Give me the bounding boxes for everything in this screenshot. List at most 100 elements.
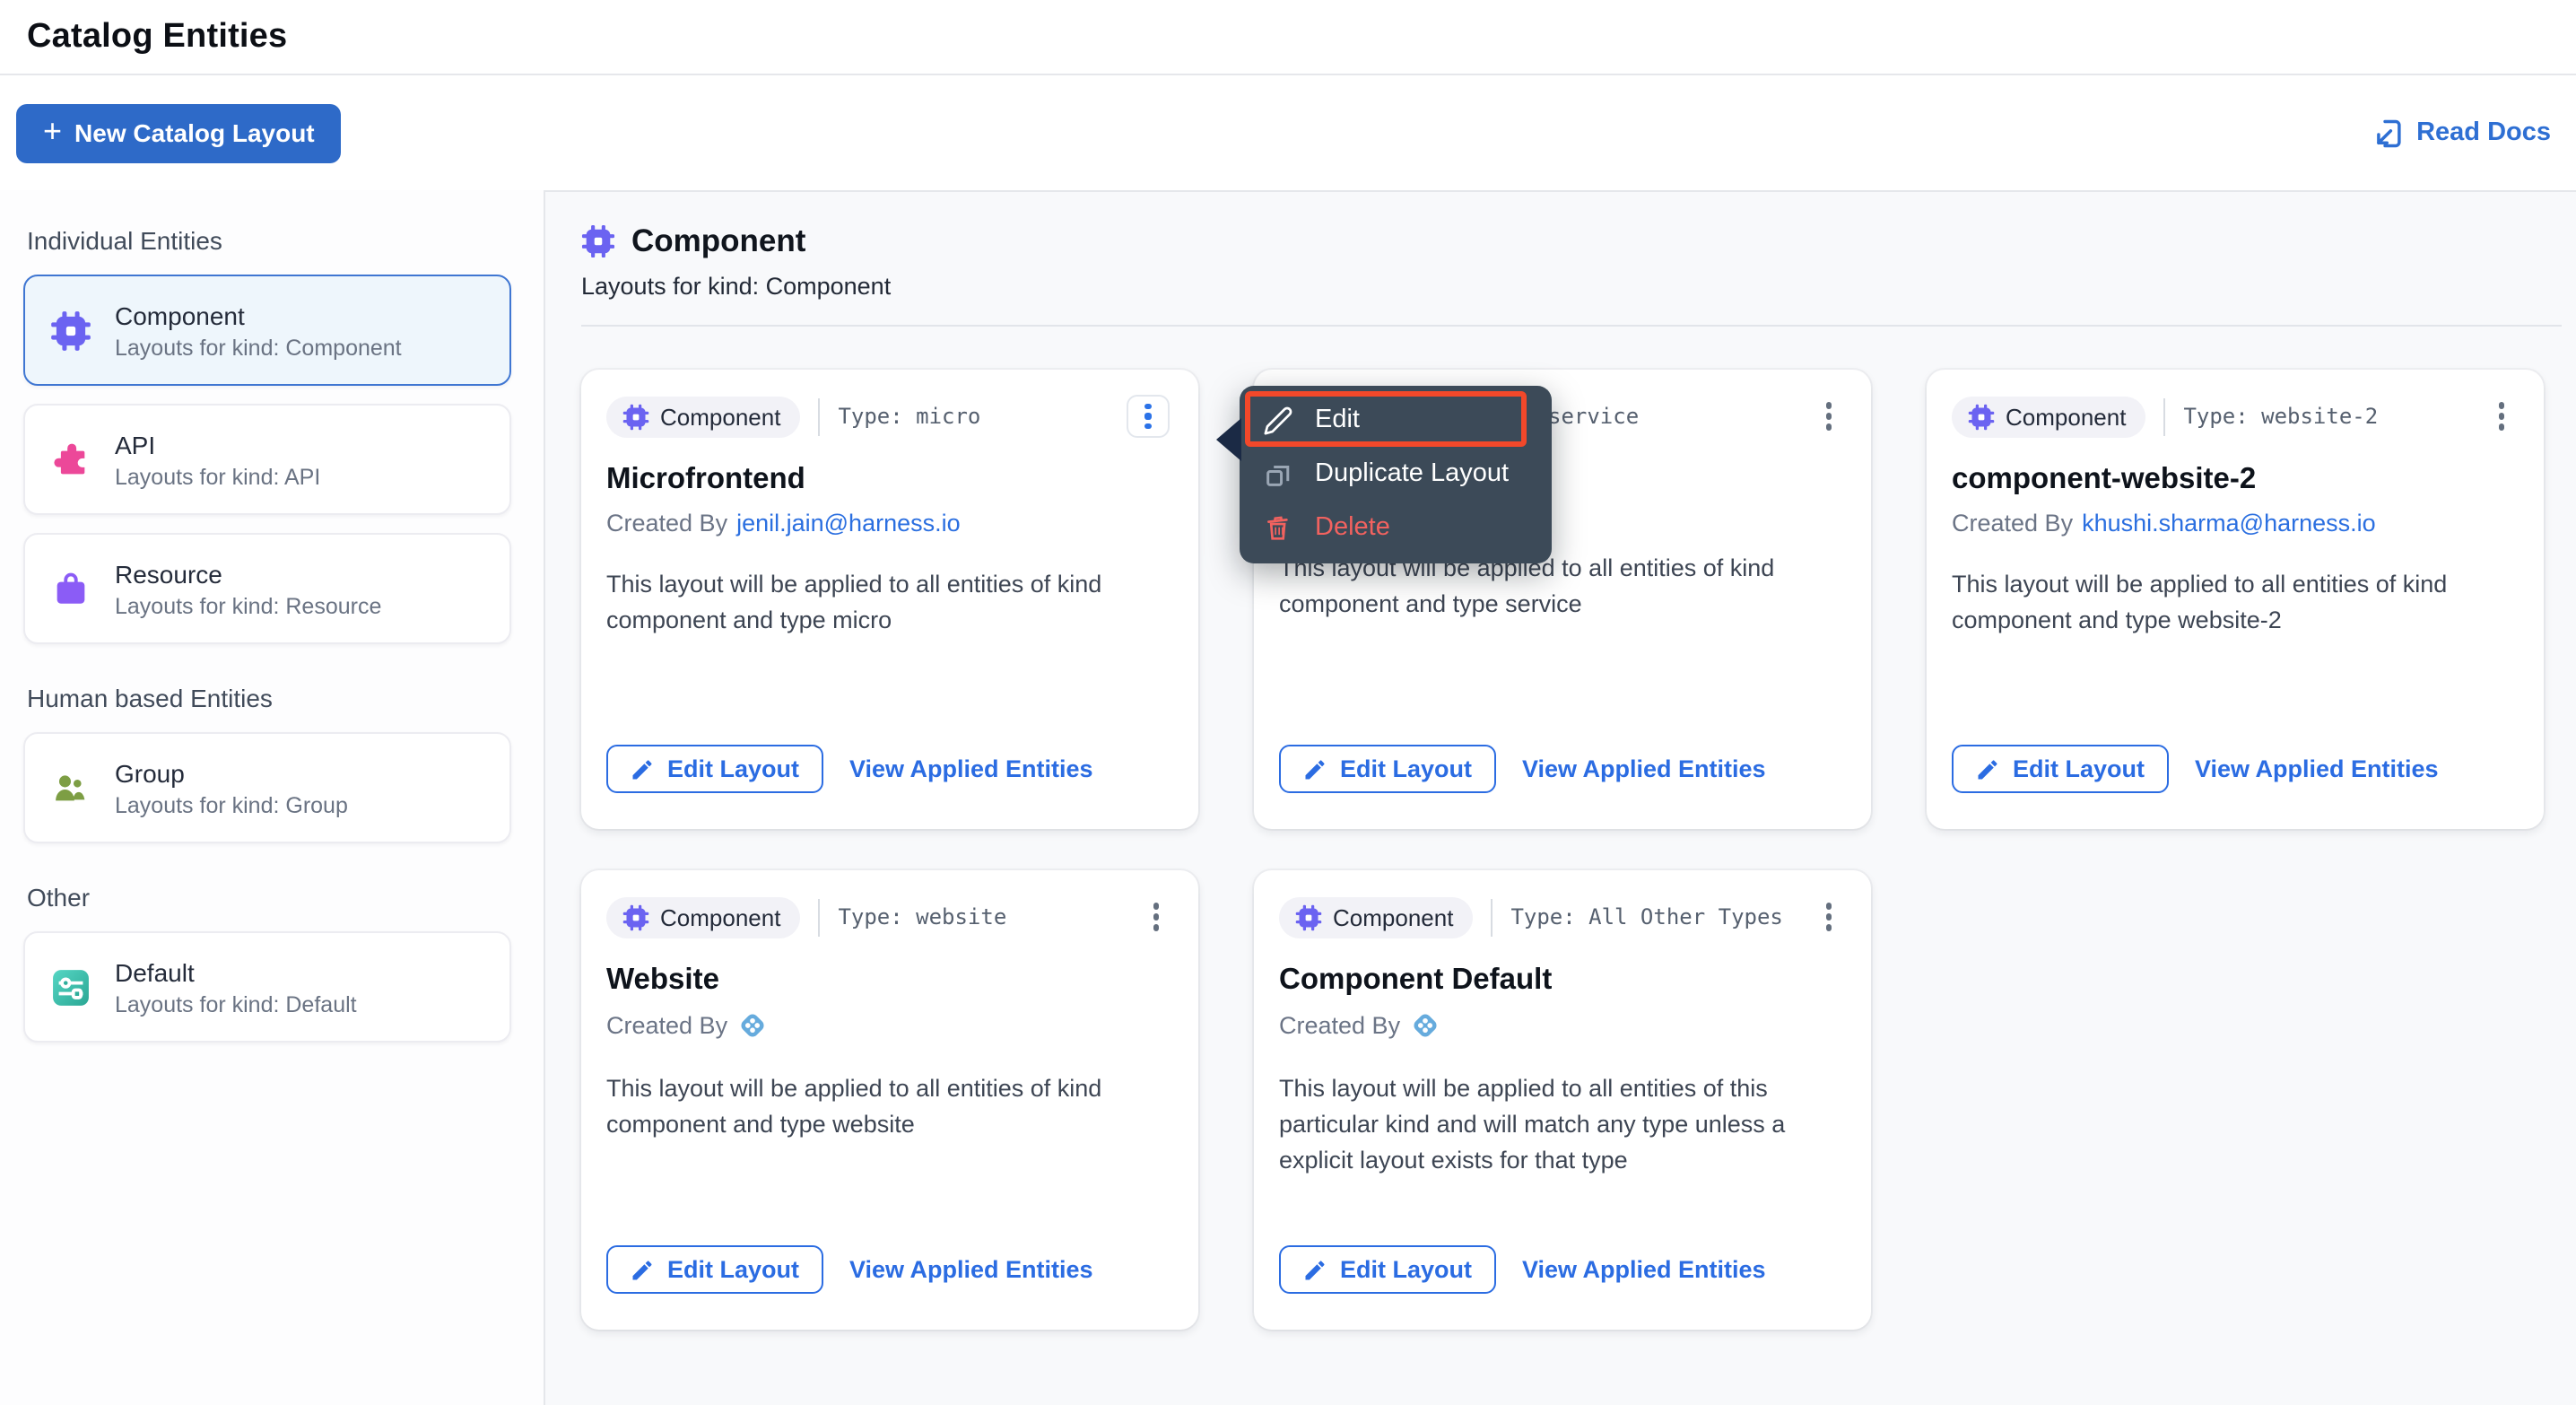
sidebar-item-subtitle: Layouts for kind: Group bbox=[115, 792, 348, 817]
menu-item-delete[interactable]: Delete bbox=[1240, 501, 1552, 554]
card-footer: Edit Layout View Applied Entities bbox=[606, 1245, 1170, 1294]
view-applied-entities-link[interactable]: View Applied Entities bbox=[2195, 755, 2439, 782]
edit-layout-label: Edit Layout bbox=[1340, 1256, 1472, 1283]
read-docs-link[interactable]: Read Docs bbox=[2371, 116, 2551, 150]
api-puzzle-icon bbox=[50, 439, 91, 480]
sidebar-item-group[interactable]: Group Layouts for kind: Group bbox=[23, 732, 511, 843]
kind-badge-label: Component bbox=[2006, 403, 2126, 430]
layout-card-component-default: ComponentType: All Other TypesComponent … bbox=[1254, 870, 1871, 1330]
menu-item-duplicate-layout[interactable]: Duplicate Layout bbox=[1240, 447, 1552, 501]
menu-item-edit[interactable]: Edit bbox=[1240, 393, 1552, 447]
view-applied-entities-link[interactable]: View Applied Entities bbox=[849, 755, 1093, 782]
component-chip-icon bbox=[50, 310, 91, 351]
main-panel: Component Layouts for kind: Component Co… bbox=[545, 190, 2576, 1405]
pencil-filled-icon bbox=[1975, 756, 2000, 781]
sidebar-item-resource[interactable]: Resource Layouts for kind: Resource bbox=[23, 533, 511, 644]
sidebar-section-label: Human based Entities bbox=[27, 684, 511, 712]
badge-type-separator bbox=[818, 898, 820, 936]
kind-badge-label: Component bbox=[660, 403, 780, 430]
card-description: This layout will be applied to all entit… bbox=[606, 1071, 1170, 1143]
edit-layout-button[interactable]: Edit Layout bbox=[606, 1245, 822, 1294]
sidebar-item-default[interactable]: DefaultLayouts for kind: Default bbox=[23, 931, 511, 1043]
menu-item-label: Delete bbox=[1315, 513, 1390, 542]
card-title: Component Default bbox=[1279, 964, 1842, 998]
sidebar-section-label: Other bbox=[27, 883, 511, 912]
pencil-icon bbox=[1263, 405, 1293, 435]
pencil-filled-icon bbox=[630, 1257, 655, 1282]
created-by-link[interactable]: khushi.sharma@harness.io bbox=[2082, 510, 2376, 537]
kind-badge: Component bbox=[1279, 896, 1473, 938]
sidebar-item-subtitle: Layouts for kind: Resource bbox=[115, 593, 381, 618]
view-applied-entities-link[interactable]: View Applied Entities bbox=[1522, 1256, 1766, 1283]
kind-badge-label: Component bbox=[660, 903, 780, 930]
view-applied-entities-link[interactable]: View Applied Entities bbox=[1522, 755, 1766, 782]
card-header: Component Type: website bbox=[606, 894, 1170, 940]
created-by-label: Created By bbox=[1952, 510, 2073, 537]
card-description: This layout will be applied to all entit… bbox=[1279, 1071, 1842, 1179]
edit-layout-button[interactable]: Edit Layout bbox=[1952, 745, 2168, 793]
edit-layout-button[interactable]: Edit Layout bbox=[606, 745, 822, 793]
toolbar: + New Catalog Layout Read Docs bbox=[0, 75, 2576, 190]
card-type-text: Type: website bbox=[838, 904, 1006, 929]
created-by-label: Created By bbox=[1279, 1012, 1400, 1039]
edit-layout-button[interactable]: Edit Layout bbox=[1279, 745, 1495, 793]
context-menu-arrow bbox=[1216, 418, 1241, 461]
view-applied-entities-link[interactable]: View Applied Entities bbox=[849, 1256, 1093, 1283]
sidebar-item-title: Group bbox=[115, 758, 348, 787]
card-menu-button[interactable] bbox=[1815, 896, 1842, 938]
trash-icon bbox=[1263, 512, 1293, 543]
harness-logo-icon bbox=[1409, 1010, 1440, 1041]
card-header: Component Type: website-2 bbox=[1952, 393, 2515, 440]
plus-icon: + bbox=[43, 115, 62, 147]
card-menu-button-active[interactable] bbox=[1127, 395, 1170, 438]
layout-card-component-website-2: Component Type: website-2 component-websit… bbox=[1927, 370, 2544, 829]
new-catalog-layout-button[interactable]: + New Catalog Layout bbox=[16, 103, 342, 162]
card-context-menu: Edit Duplicate Layout Delete bbox=[1240, 386, 1552, 563]
created-by-row: Created By bbox=[606, 1010, 1170, 1041]
edit-layout-label: Edit Layout bbox=[2013, 755, 2145, 782]
read-docs-label: Read Docs bbox=[2416, 118, 2551, 147]
sidebar-item-component[interactable]: ComponentLayouts for kind: Component bbox=[23, 275, 511, 386]
card-title: Microfrontend bbox=[606, 463, 1170, 497]
card-type-text: Type: website-2 bbox=[2183, 404, 2378, 429]
kind-badge: Component bbox=[606, 896, 800, 938]
sidebar-item-subtitle: Layouts for kind: Component bbox=[115, 335, 402, 360]
card-menu-button[interactable] bbox=[1815, 396, 1842, 438]
edit-layout-button[interactable]: Edit Layout bbox=[1279, 1245, 1495, 1294]
card-title: Website bbox=[606, 964, 1170, 998]
layout-card-website: Component Type: website Website Created By T… bbox=[581, 870, 1198, 1330]
badge-type-separator bbox=[2163, 397, 2165, 435]
catalog-entities-page: Catalog Entities + New Catalog Layout Re… bbox=[0, 0, 2576, 1405]
card-menu-button[interactable] bbox=[2487, 396, 2515, 438]
created-by-row: Created Byjenil.jain@harness.io bbox=[606, 510, 1170, 537]
sidebar-item-title: Resource bbox=[115, 559, 381, 588]
card-title: component-website-2 bbox=[1952, 463, 2515, 497]
sidebar: Individual Entities ComponentLayouts for … bbox=[0, 190, 545, 1405]
card-footer: Edit Layout View Applied Entities bbox=[1279, 1245, 1842, 1294]
topbar: Catalog Entities bbox=[0, 0, 2576, 75]
main-divider bbox=[581, 325, 2562, 327]
card-header: ComponentType: micro bbox=[606, 393, 1170, 440]
sidebar-item-api[interactable]: APILayouts for kind: API bbox=[23, 404, 511, 515]
created-by-link[interactable]: jenil.jain@harness.io bbox=[736, 510, 961, 537]
pencil-filled-icon bbox=[1302, 1257, 1327, 1282]
menu-item-label: Edit bbox=[1315, 406, 1360, 434]
main-header-title: Component bbox=[631, 223, 805, 260]
default-sliders-icon bbox=[50, 966, 91, 1008]
card-menu-button[interactable] bbox=[1142, 896, 1170, 938]
card-footer: Edit Layout View Applied Entities bbox=[1279, 745, 1842, 793]
main-header: Component bbox=[581, 223, 2562, 260]
sidebar-section-label: Individual Entities bbox=[27, 226, 511, 255]
group-people-icon bbox=[50, 767, 91, 808]
layout-card-microfrontend: ComponentType: micro Microfrontend Created… bbox=[581, 370, 1198, 829]
page-title: Catalog Entities bbox=[27, 17, 287, 57]
created-by-row: Created By bbox=[1279, 1010, 1842, 1041]
card-type-text: service bbox=[1548, 404, 1639, 429]
edit-layout-label: Edit Layout bbox=[667, 1256, 799, 1283]
card-footer: Edit Layout View Applied Entities bbox=[1952, 745, 2515, 793]
kind-badge-label: Component bbox=[1333, 903, 1453, 930]
harness-logo-icon bbox=[736, 1010, 767, 1041]
sidebar-item-title: API bbox=[115, 430, 320, 458]
card-description: This layout will be applied to all entit… bbox=[606, 567, 1170, 639]
card-description: This layout will be applied to all entit… bbox=[1952, 567, 2515, 639]
